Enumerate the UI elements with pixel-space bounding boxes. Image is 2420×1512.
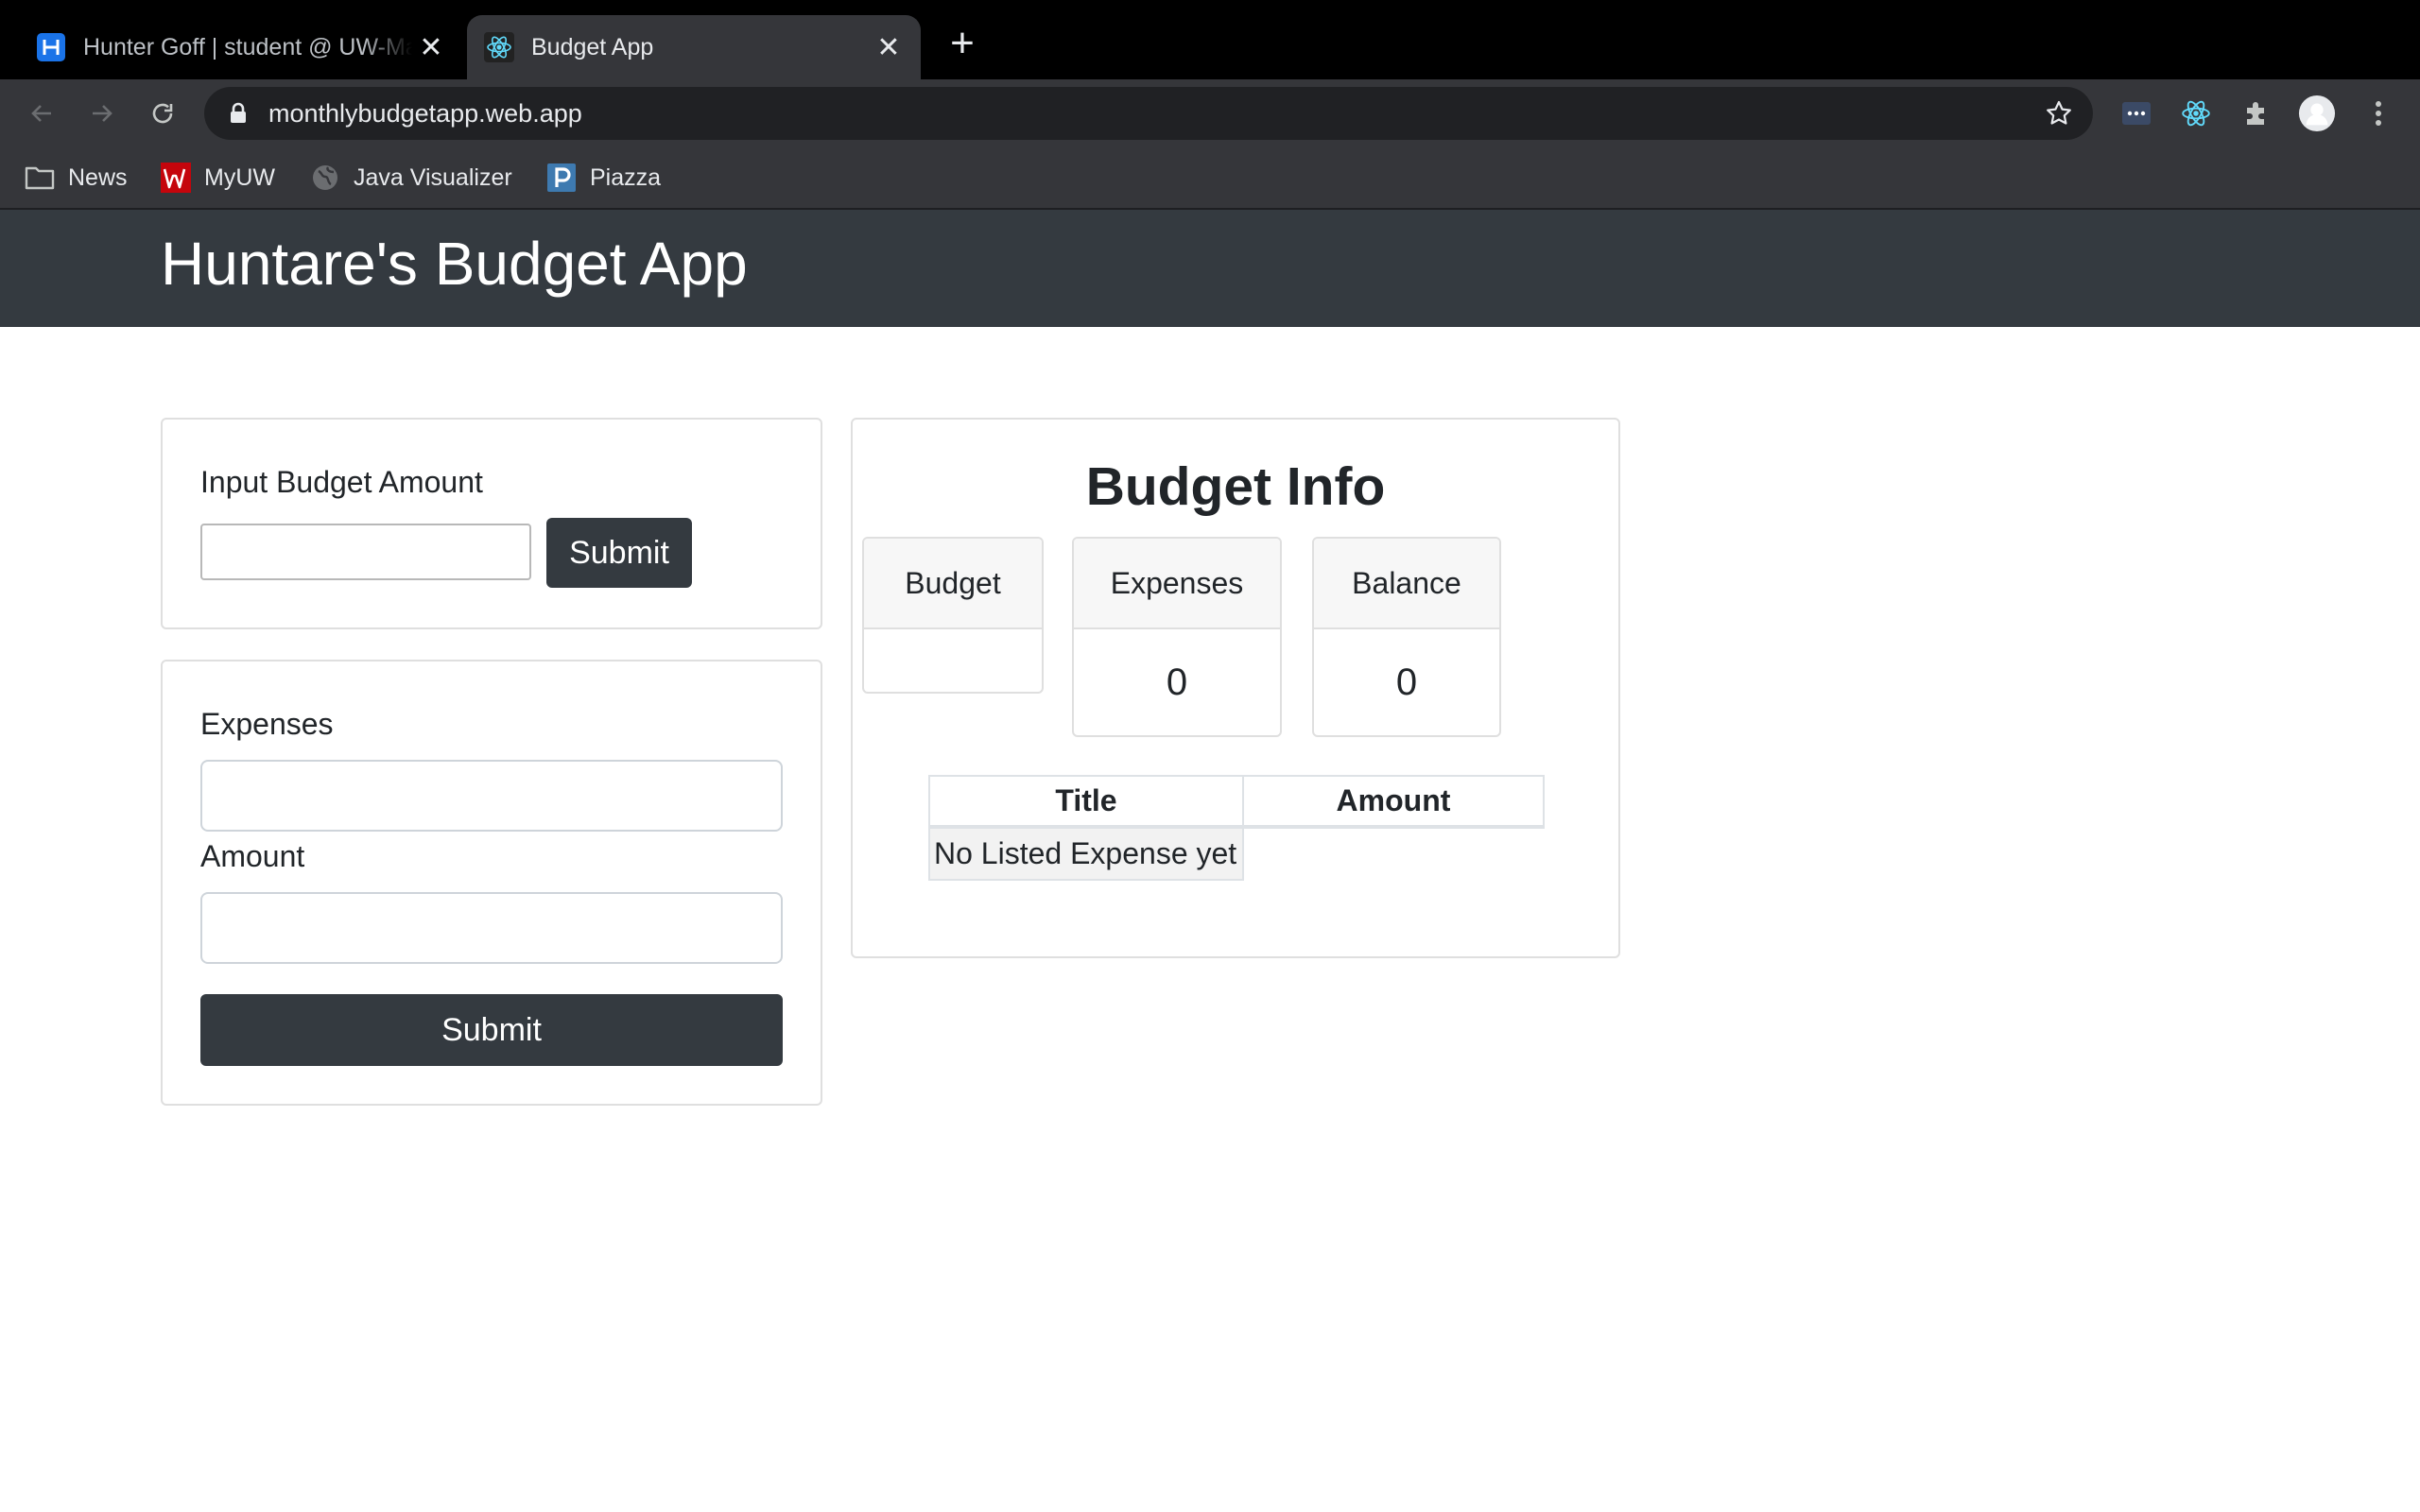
budget-input-card: Input Budget Amount Submit xyxy=(161,418,822,629)
bookmark-star-icon[interactable] xyxy=(2044,98,2074,129)
tab-hunter-goff[interactable]: Hunter Goff | student @ UW-Madison ✕ xyxy=(19,15,463,79)
more-menu-icon[interactable] xyxy=(2360,94,2397,132)
balance-stat-card: Balance 0 xyxy=(1312,537,1501,737)
app-title: Huntare's Budget App xyxy=(161,230,748,298)
budget-stat-value xyxy=(864,629,1042,692)
close-icon[interactable]: ✕ xyxy=(412,28,450,66)
tab-budget-app[interactable]: Budget App ✕ xyxy=(467,15,921,79)
expenses-label: Expenses xyxy=(200,707,334,741)
bookmark-label: MyUW xyxy=(204,163,275,191)
column-header-amount: Amount xyxy=(1241,775,1546,829)
expenses-stat-card: Expenses 0 xyxy=(1072,537,1282,737)
browser-tabstrip: Hunter Goff | student @ UW-Madison ✕ Bud… xyxy=(0,0,2420,79)
bookmark-label: News xyxy=(68,163,128,191)
balance-stat-value: 0 xyxy=(1395,661,1418,703)
budget-info-card: Budget Info Budget Expenses 0 Balance 0 … xyxy=(851,418,1620,958)
empty-amount-cell xyxy=(1243,827,1544,880)
password-manager-extension-icon[interactable] xyxy=(2118,94,2155,132)
tab-title: Hunter Goff | student @ UW-Madison xyxy=(83,33,412,60)
piazza-icon xyxy=(546,163,577,193)
handshake-icon xyxy=(36,32,66,62)
bookmark-myuw[interactable]: MyUW xyxy=(161,159,275,197)
expense-submit-button[interactable]: Submit xyxy=(200,994,783,1066)
bookmark-label: Piazza xyxy=(590,163,662,191)
column-header-title: Title xyxy=(928,775,1244,829)
bookmark-piazza[interactable]: Piazza xyxy=(546,159,661,197)
table-header-row: Title Amount xyxy=(928,775,1546,829)
budget-info-title: Budget Info xyxy=(1085,456,1386,517)
bookmark-java-visualizer[interactable]: Java Visualizer xyxy=(310,159,512,197)
close-icon[interactable]: ✕ xyxy=(870,28,908,66)
react-devtools-extension-icon[interactable] xyxy=(2177,94,2215,132)
extensions-puzzle-icon[interactable] xyxy=(2238,94,2275,132)
expense-title-input[interactable] xyxy=(200,760,783,832)
table-row: No Listed Expense yet xyxy=(928,826,1544,881)
bookmarks-bar: News MyUW Java Visualizer Piazza xyxy=(0,147,2420,210)
expense-table: Title Amount No Listed Expense yet xyxy=(928,775,1546,881)
lock-icon[interactable] xyxy=(225,100,251,127)
forward-icon[interactable] xyxy=(83,94,121,132)
budget-submit-button[interactable]: Submit xyxy=(546,518,692,588)
bookmark-news[interactable]: News xyxy=(25,159,128,197)
budget-amount-input[interactable] xyxy=(200,524,531,580)
balance-stat-label: Balance xyxy=(1314,539,1499,629)
amount-label: Amount xyxy=(200,839,305,873)
app-header: Huntare's Budget App xyxy=(0,210,2420,327)
expense-input-card: Expenses Amount Submit xyxy=(161,660,822,1106)
new-tab-button[interactable]: + xyxy=(942,23,983,66)
globe-icon xyxy=(310,163,340,193)
expense-amount-input[interactable] xyxy=(200,892,783,964)
reload-icon[interactable] xyxy=(144,94,182,132)
profile-avatar-icon[interactable] xyxy=(2298,94,2336,132)
budget-input-label: Input Budget Amount xyxy=(200,465,483,499)
browser-toolbar: monthlybudgetapp.web.app xyxy=(0,79,2420,147)
expenses-stat-label: Expenses xyxy=(1074,539,1280,629)
url-text: monthlybudgetapp.web.app xyxy=(268,99,582,128)
back-icon[interactable] xyxy=(23,94,60,132)
bookmark-label: Java Visualizer xyxy=(354,163,512,191)
folder-icon xyxy=(25,163,55,193)
budget-stat-label: Budget xyxy=(864,539,1042,629)
tab-title: Budget App xyxy=(531,33,654,60)
address-bar[interactable]: monthlybudgetapp.web.app xyxy=(204,87,2093,140)
budget-stat-card: Budget xyxy=(862,537,1044,694)
uw-icon xyxy=(161,163,191,193)
empty-expense-message: No Listed Expense yet xyxy=(928,826,1244,881)
expenses-stat-value: 0 xyxy=(1166,661,1188,703)
react-icon xyxy=(484,32,514,62)
